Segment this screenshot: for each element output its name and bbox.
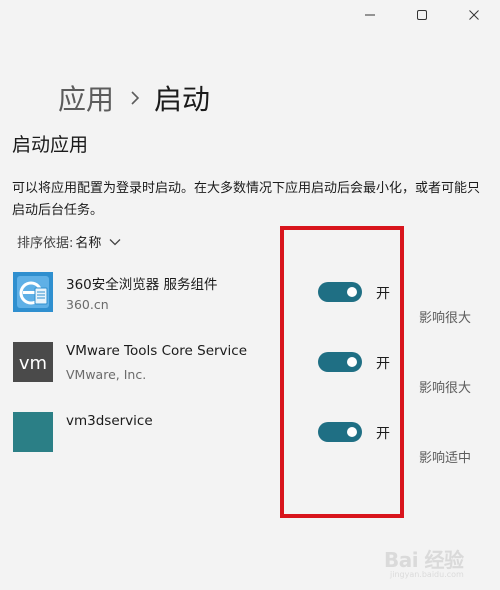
startup-impact: 影响适中 [419,451,472,466]
maximize-icon [417,10,427,20]
startup-impact: 影响很大 [419,381,472,396]
breadcrumb-parent-apps[interactable]: 应用 [58,78,114,118]
vmware-icon: vm [13,342,53,382]
window-controls [344,0,500,30]
minimize-button[interactable] [344,0,396,30]
app-publisher: VMware, Inc. [66,367,147,382]
vmware-icon-text: vm [19,353,47,374]
section-title: 启动应用 [12,134,89,156]
description-text: 可以将应用配置为登录时启动。在大多数情况下应用启动后会最小化，或者可能只启动后台… [12,181,481,218]
app-name: VMware Tools Core Service [66,343,248,359]
app-publisher: 360.cn [66,297,109,312]
chevron-down-icon [109,238,121,246]
watermark-brand: Bai 经验 [384,548,464,572]
generic-app-icon [13,412,53,452]
baidu-jingyan-watermark: Bai 经验 jingyan.baidu.com [378,540,496,584]
breadcrumb: 应用 启动 [58,78,210,118]
close-button[interactable] [448,0,500,30]
startup-app-row: vm VMware Tools Core Service VMware, Inc… [0,342,500,402]
startup-impact: 影响很大 [419,311,472,326]
close-icon [469,10,479,20]
startup-app-row: vm3dservice 开 影响适中 [0,412,500,472]
app-name: vm3dservice [66,413,153,429]
360-browser-icon [13,272,53,312]
startup-app-row: 360安全浏览器 服务组件 360.cn 开 影响很大 [0,272,500,332]
sort-value: 名称 [75,236,102,251]
sort-dropdown[interactable]: 排序依据: 名称 [17,232,121,251]
watermark-sub: jingyan.baidu.com [390,570,464,579]
minimize-icon [365,14,375,16]
app-name: 360安全浏览器 服务组件 [66,277,218,293]
page-title: 启动 [154,83,211,116]
maximize-button[interactable] [396,0,448,30]
sort-label: 排序依据: [17,236,74,251]
highlight-annotation-box [280,226,404,518]
chevron-right-icon [130,90,140,106]
